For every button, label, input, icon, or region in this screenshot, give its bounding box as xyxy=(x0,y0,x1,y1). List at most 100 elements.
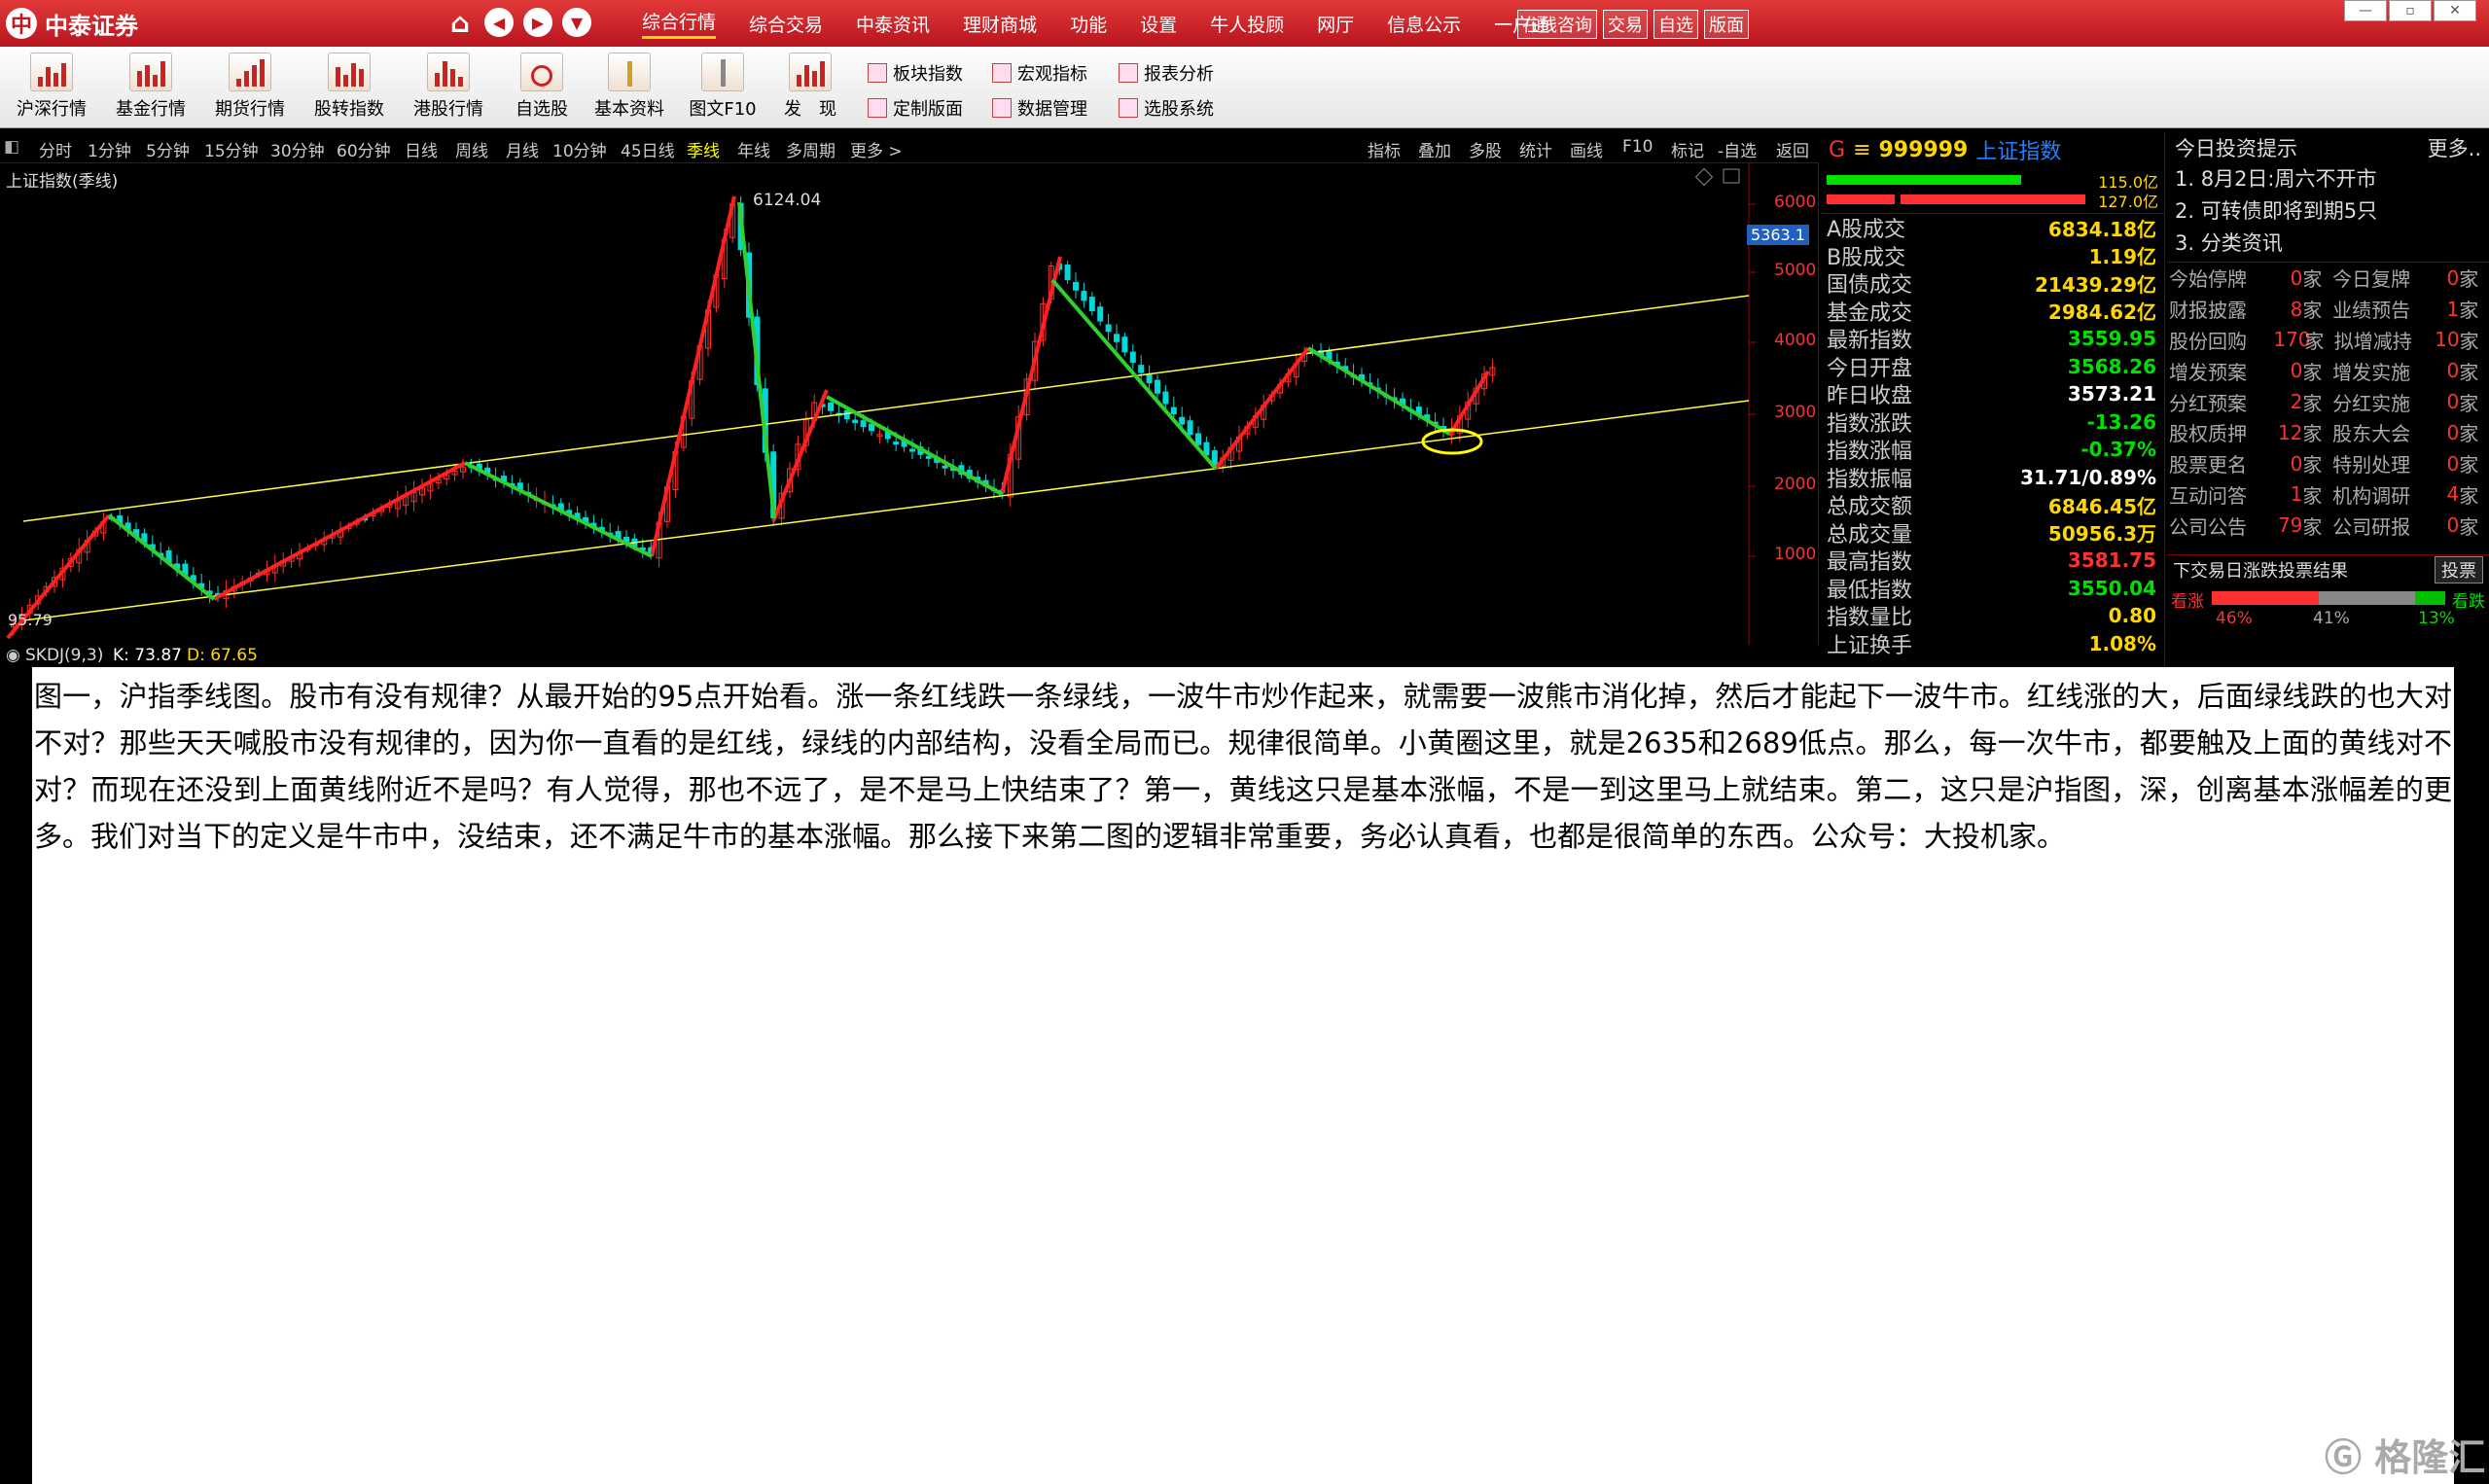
forward-icon[interactable]: ▶ xyxy=(523,8,552,37)
candle-body xyxy=(1081,291,1087,301)
toolbar-shuju-guanli[interactable]: 数据管理 xyxy=(992,95,1087,121)
dropdown-icon[interactable]: ▼ xyxy=(562,8,591,37)
back-icon[interactable]: ◀ xyxy=(484,8,514,37)
indicator-name[interactable]: SKDJ(9,3) xyxy=(25,646,103,665)
menu-xinxi-gongshi[interactable]: 信息公示 xyxy=(1387,11,1461,37)
logo-icon: 中 xyxy=(6,8,37,39)
toolbar-hongguan-zhibiao[interactable]: 宏观指标 xyxy=(992,60,1087,86)
info-panel: 今日投资提示 更多.. 1. 8月2日:周六不开市 2. 可转债即将到期5只 3… xyxy=(2167,132,2489,667)
toolbar-faxian[interactable]: 发 现 xyxy=(763,53,858,121)
tool-back[interactable]: 返回 xyxy=(1776,137,1809,161)
tool-f10[interactable]: F10 xyxy=(1622,137,1653,157)
period-60min[interactable]: 60分钟 xyxy=(337,137,391,161)
period-month[interactable]: 月线 xyxy=(506,137,539,161)
info-grid-cell: 股票更名 xyxy=(2169,453,2247,477)
toolbar-jijin-hangqing[interactable]: 基金行情 xyxy=(103,53,198,121)
info-item[interactable]: 3. 分类资讯 xyxy=(2175,228,2489,260)
green-wave-line xyxy=(737,201,776,519)
toolbar-label: 港股行情 xyxy=(413,99,483,120)
info-grid-row[interactable]: 增发预案 0 家增发实施 0 家 xyxy=(2167,355,2489,386)
period-30min[interactable]: 30分钟 xyxy=(270,137,325,161)
info-grid-row[interactable]: 公司公告 79 家公司研报 0 家 xyxy=(2167,510,2489,541)
info-grid-row[interactable]: 股票更名 0 家特别处理 0 家 xyxy=(2167,448,2489,479)
period-week[interactable]: 周线 xyxy=(455,137,488,161)
menu-zonghe-jiaoyi[interactable]: 综合交易 xyxy=(749,11,823,37)
info-item[interactable]: 2. 可转债即将到期5只 xyxy=(2175,195,2489,228)
period-15min[interactable]: 15分钟 xyxy=(204,137,259,161)
info-more-link[interactable]: 更多.. xyxy=(2428,133,2481,162)
tool-indicator[interactable]: 指标 xyxy=(1368,137,1401,161)
watchlist-button[interactable]: 自选 xyxy=(1653,10,1698,39)
toolbar-hushen-hangqing[interactable]: 沪深行情 xyxy=(4,53,99,121)
menu-gongneng[interactable]: 功能 xyxy=(1070,11,1107,37)
info-grid-cell: 业绩预告 xyxy=(2332,299,2411,323)
menu-licai-shangcheng[interactable]: 理财商城 xyxy=(963,11,1037,37)
red-wave-line xyxy=(1447,370,1490,438)
tool-multi-stock[interactable]: 多股 xyxy=(1469,137,1502,161)
layout-button[interactable]: 版面 xyxy=(1704,10,1749,39)
tool-statistics[interactable]: 统计 xyxy=(1519,137,1552,161)
vote-button[interactable]: 投票 xyxy=(2435,555,2483,583)
menu-shezhi[interactable]: 设置 xyxy=(1140,11,1177,37)
info-grid-cell: 家 xyxy=(2459,299,2479,323)
toolbar-qihuo-hangqing[interactable]: 期货行情 xyxy=(202,53,298,121)
toolbar-jiben-ziliao[interactable]: 基本资料 xyxy=(582,53,677,121)
period-10min[interactable]: 10分钟 xyxy=(552,137,607,161)
period-5min[interactable]: 5分钟 xyxy=(146,137,190,161)
toolbar-dingzhi-banmian[interactable]: 定制版面 xyxy=(868,95,963,121)
period-1min[interactable]: 1分钟 xyxy=(88,137,131,161)
period-year[interactable]: 年线 xyxy=(737,137,770,161)
period-quarter[interactable]: 季线 xyxy=(687,137,720,161)
menu-wangting[interactable]: 网厅 xyxy=(1317,11,1354,37)
toolbar-label: 发 现 xyxy=(784,99,836,120)
maximize-icon[interactable]: ▫ xyxy=(2389,0,2432,21)
quote-value: 3568.26 xyxy=(2067,354,2156,378)
period-fenshi[interactable]: 分时 xyxy=(39,137,72,161)
minimize-icon[interactable]: — xyxy=(2344,0,2387,21)
menu-zonghe-hangqing[interactable]: 综合行情 xyxy=(642,8,717,39)
vote-up-pct: 46% xyxy=(2216,609,2253,628)
info-grid-row[interactable]: 股份回购 170 家拟增减持 10 家 xyxy=(2167,325,2489,356)
tool-remove-watchlist[interactable]: -自选 xyxy=(1718,137,1757,161)
period-day[interactable]: 日线 xyxy=(405,137,438,161)
toolbar-zixuangu[interactable]: 自选股 xyxy=(494,53,589,121)
online-consult-button[interactable]: 在线咨询 xyxy=(1517,10,1597,39)
quote-code[interactable]: 999999 xyxy=(1879,138,1969,162)
panel-toggle-icon[interactable]: ◧ xyxy=(4,137,19,157)
trade-button[interactable]: 交易 xyxy=(1603,10,1648,39)
tool-overlay[interactable]: 叠加 xyxy=(1418,137,1451,161)
period-more[interactable]: 更多 > xyxy=(850,137,903,161)
toolbar-xuangu-xitong[interactable]: 选股系统 xyxy=(1119,95,1214,121)
menu-zhongtai-zixun[interactable]: 中泰资讯 xyxy=(856,11,930,37)
toolbar-ganggu-hangqing[interactable]: 港股行情 xyxy=(401,53,496,121)
toolbar-baobiao-fenxi[interactable]: 报表分析 xyxy=(1119,60,1214,86)
quote-value: 2984.62亿 xyxy=(2047,300,2156,325)
period-45day[interactable]: 45日线 xyxy=(621,137,675,161)
period-multi[interactable]: 多周期 xyxy=(786,137,836,161)
info-grid-row[interactable]: 财报披露 8 家业绩预告 1 家 xyxy=(2167,294,2489,325)
home-icon[interactable]: ⌂ xyxy=(445,7,475,39)
toolbar-tuwen-f10[interactable]: 图文F10 xyxy=(675,53,770,121)
vote-panel: 下交易日涨跌投票结果 投票 看涨 看跌 46% 41% 13% xyxy=(2167,554,2489,632)
info-grid-row[interactable]: 分红预案 2 家分红实施 0 家 xyxy=(2167,386,2489,417)
kline-chart[interactable]: 上证指数(季线) 6124.04 95.79 5363.1 6000 5000 … xyxy=(0,163,1819,645)
tool-draw-line[interactable]: 画线 xyxy=(1570,137,1603,161)
toolbar-guzhuan-zhishu[interactable]: 股转指数 xyxy=(302,53,397,121)
candle-body xyxy=(909,448,915,452)
close-icon[interactable]: ✕ xyxy=(2434,0,2476,21)
quote-value: 3573.21 xyxy=(2067,382,2156,406)
indicator-toggle-icon[interactable]: ◉ xyxy=(6,646,20,665)
tool-mark[interactable]: 标记 xyxy=(1671,137,1704,161)
info-grid-cell: 1 xyxy=(2446,297,2460,321)
quote-value: 31.71/0.89% xyxy=(2020,465,2156,489)
app-logo[interactable]: 中 中泰证券 xyxy=(6,6,138,41)
bar-value: 127.0亿 xyxy=(2098,193,2158,211)
kline-svg[interactable] xyxy=(0,163,1819,645)
quote-name[interactable]: 上证指数 xyxy=(1975,134,2061,165)
info-item[interactable]: 1. 8月2日:周六不开市 xyxy=(2175,163,2489,195)
menu-niuren-tougu[interactable]: 牛人投顾 xyxy=(1210,11,1284,37)
toolbar-bankuai-zhishu[interactable]: 板块指数 xyxy=(868,60,963,86)
info-grid-row[interactable]: 互动问答 1 家机构调研 4 家 xyxy=(2167,479,2489,511)
info-grid-row[interactable]: 今始停牌 0 家今日复牌 0 家 xyxy=(2167,263,2489,294)
info-grid-row[interactable]: 股权质押 12 家股东大会 0 家 xyxy=(2167,417,2489,448)
